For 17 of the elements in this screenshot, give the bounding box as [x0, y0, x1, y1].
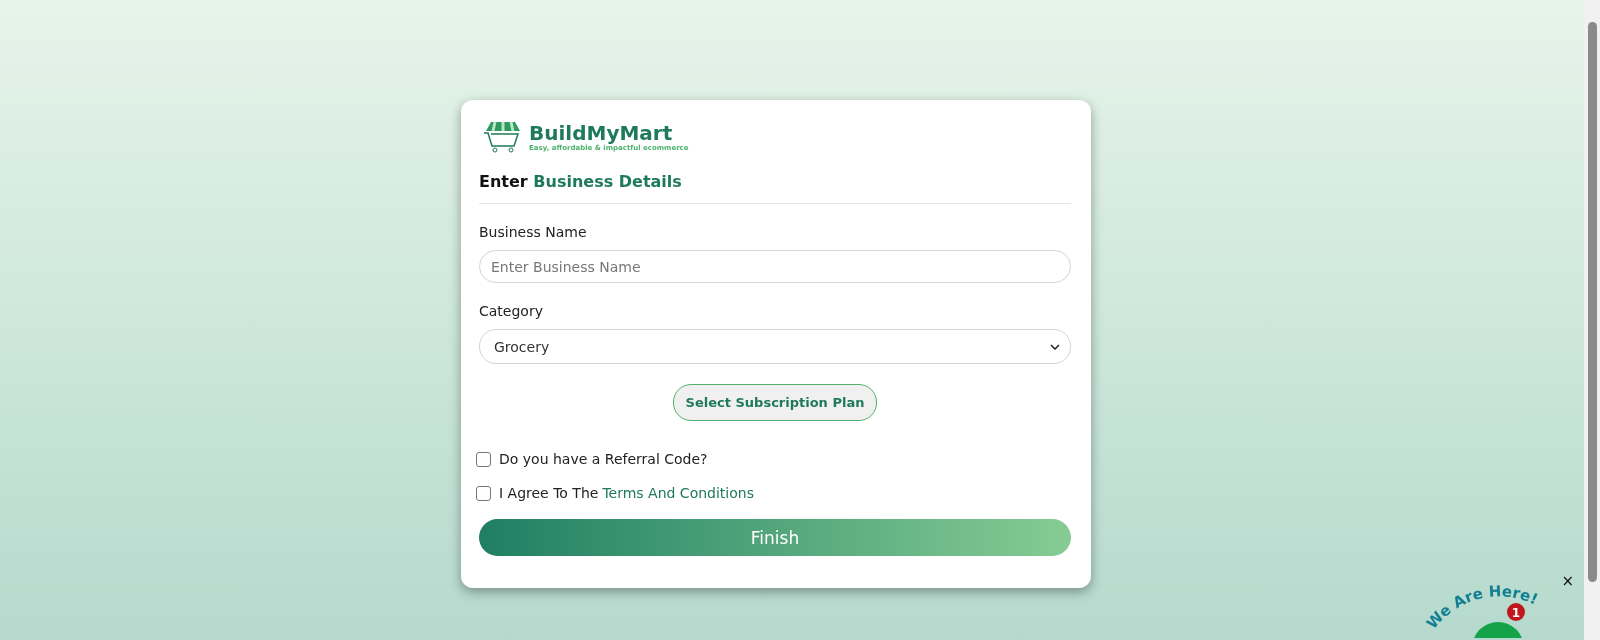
checkbox-label: Do you have a Referral Code? — [499, 451, 708, 467]
scrollbar[interactable] — [1584, 0, 1600, 640]
category-select[interactable]: Grocery — [479, 329, 1071, 364]
chat-widget[interactable]: We Are Here! 1 — [1420, 576, 1558, 638]
field-label: Category — [479, 303, 544, 319]
chevron-down-icon — [1050, 343, 1060, 350]
checkbox[interactable] — [476, 485, 491, 501]
cart-icon — [483, 120, 523, 154]
field-label: Business Name — [479, 224, 588, 240]
checkbox-label: I Agree To The Terms And Conditions — [499, 485, 754, 501]
close-icon[interactable]: × — [1561, 572, 1574, 590]
subscription-plan-button[interactable]: Select Subscription Plan — [672, 384, 878, 421]
text-field[interactable]: Enter Business Name — [479, 250, 1071, 283]
brand-name: BuildMyMart — [529, 122, 674, 144]
form-heading: Enter Business Details — [479, 172, 1071, 204]
checkbox[interactable] — [476, 451, 491, 467]
terms-link[interactable]: Terms And Conditions — [602, 485, 754, 501]
